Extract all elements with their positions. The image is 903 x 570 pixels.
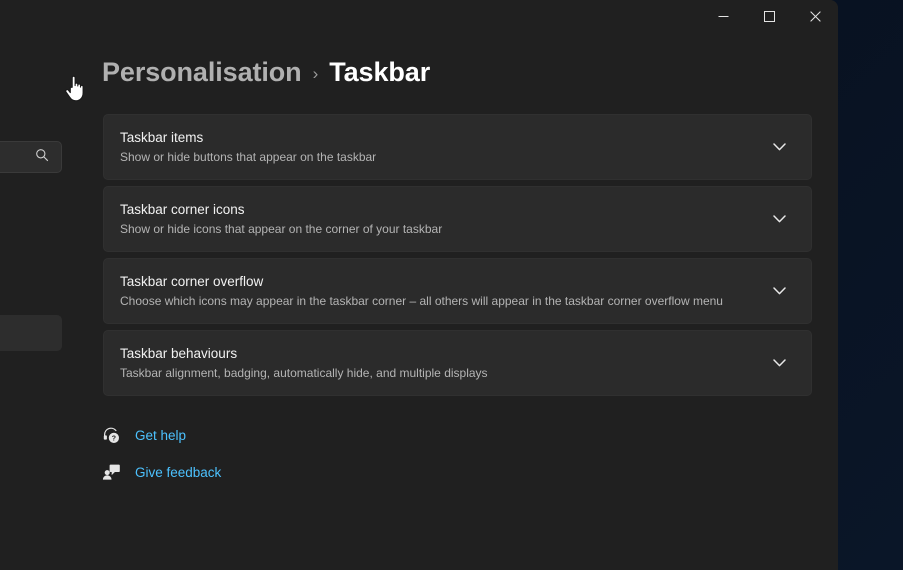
chevron-down-icon[interactable] [764,132,794,162]
card-text: Taskbar items Show or hide buttons that … [120,129,764,165]
card-title: Taskbar corner overflow [120,273,764,291]
chevron-down-icon[interactable] [764,348,794,378]
breadcrumb-separator-icon: › [313,64,319,84]
give-feedback-link[interactable]: Give feedback [100,461,221,483]
footer-links: ? Get help Give feedback [100,424,221,483]
get-help-link[interactable]: ? Get help [100,424,186,446]
svg-text:?: ? [111,435,115,442]
card-taskbar-corner-overflow[interactable]: Taskbar corner overflow Choose which ico… [103,258,812,324]
card-subtitle: Taskbar alignment, badging, automaticall… [120,365,764,381]
settings-window: Personalisation › Taskbar Taskbar items … [0,0,838,570]
settings-content-pane: Personalisation › Taskbar Taskbar items … [0,32,838,570]
card-taskbar-items[interactable]: Taskbar items Show or hide buttons that … [103,114,812,180]
chevron-down-icon[interactable] [764,204,794,234]
card-title: Taskbar items [120,129,764,147]
card-subtitle: Show or hide icons that appear on the co… [120,221,764,237]
close-icon [810,11,821,22]
maximize-button[interactable] [746,0,792,32]
minimize-button[interactable] [700,0,746,32]
card-taskbar-corner-icons[interactable]: Taskbar corner icons Show or hide icons … [103,186,812,252]
minimize-icon [718,11,729,22]
card-subtitle: Show or hide buttons that appear on the … [120,149,764,165]
window-title-bar [0,0,838,32]
card-title: Taskbar corner icons [120,201,764,219]
help-headset-icon: ? [100,424,122,446]
card-text: Taskbar corner overflow Choose which ico… [120,273,764,309]
card-subtitle: Choose which icons may appear in the tas… [120,293,764,309]
close-button[interactable] [792,0,838,32]
breadcrumb-parent-link[interactable]: Personalisation [102,57,302,88]
maximize-icon [764,11,775,22]
card-title: Taskbar behaviours [120,345,764,363]
page-title: Taskbar [329,57,430,88]
card-text: Taskbar behaviours Taskbar alignment, ba… [120,345,764,381]
breadcrumb: Personalisation › Taskbar [102,57,430,88]
feedback-person-icon [100,461,122,483]
give-feedback-label: Give feedback [135,465,221,480]
chevron-down-icon[interactable] [764,276,794,306]
settings-card-list: Taskbar items Show or hide buttons that … [103,114,812,396]
get-help-label: Get help [135,428,186,443]
card-text: Taskbar corner icons Show or hide icons … [120,201,764,237]
card-taskbar-behaviours[interactable]: Taskbar behaviours Taskbar alignment, ba… [103,330,812,396]
